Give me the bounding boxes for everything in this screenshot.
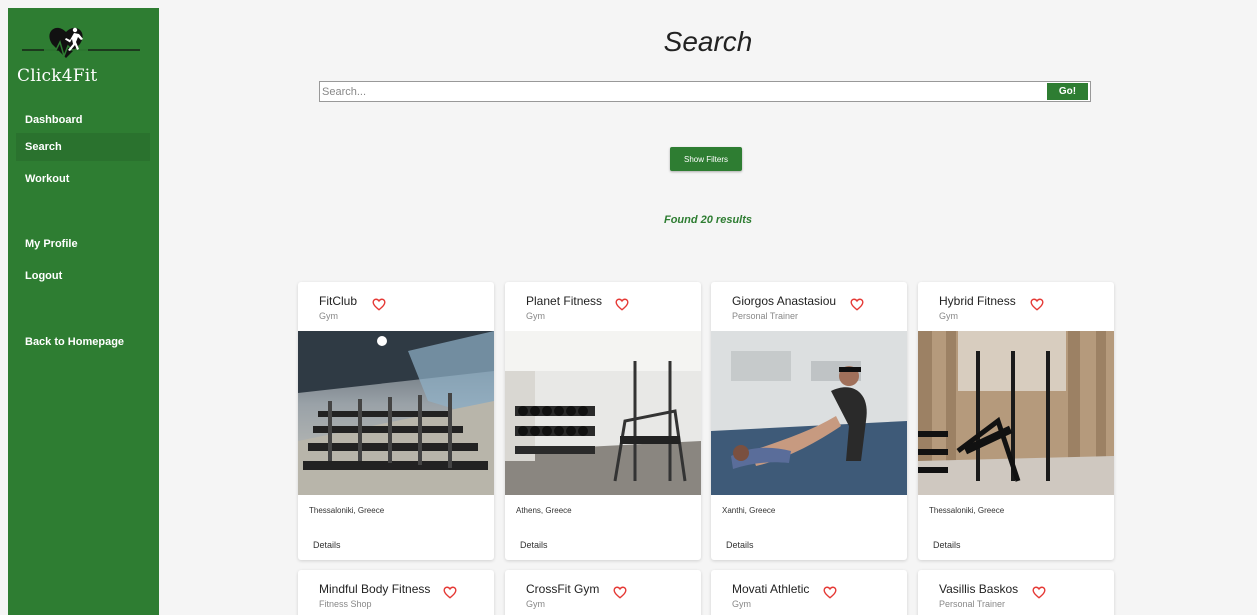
- heart-logo-icon: [22, 27, 140, 59]
- favorite-heart-icon[interactable]: [372, 298, 386, 311]
- page-title: Search: [663, 26, 753, 57]
- favorite-heart-icon[interactable]: [615, 298, 629, 311]
- card-title: Planet Fitness: [526, 294, 603, 308]
- results-count: Found 20 results: [663, 214, 753, 226]
- weights-room-image: [505, 331, 701, 495]
- search-bar: Go!: [319, 81, 1091, 102]
- result-card-vasillis-baskos[interactable]: Vasillis Baskos Personal Trainer: [918, 570, 1114, 615]
- result-card-movati-athletic[interactable]: Movati Athletic Gym: [711, 570, 907, 615]
- result-card-crossfit-gym[interactable]: CrossFit Gym Gym: [505, 570, 701, 615]
- card-category: Gym: [319, 311, 338, 321]
- card-details-link[interactable]: Details: [726, 540, 754, 550]
- sidebar-item-workout[interactable]: Workout: [16, 165, 150, 193]
- sidebar-item-my-profile[interactable]: My Profile: [16, 230, 150, 258]
- card-title: Hybrid Fitness: [939, 294, 1016, 308]
- favorite-heart-icon[interactable]: [823, 586, 837, 599]
- card-title: Giorgos Anastasiou: [732, 294, 837, 308]
- card-title: CrossFit Gym: [526, 582, 600, 596]
- sidebar-item-search[interactable]: Search: [16, 133, 150, 161]
- logo-text: Click4Fit: [17, 66, 98, 86]
- card-details-link[interactable]: Details: [313, 540, 341, 550]
- card-location: Thessaloniki, Greece: [309, 506, 385, 515]
- go-button[interactable]: Go!: [1047, 83, 1088, 100]
- sidebar-item-logout[interactable]: Logout: [16, 262, 150, 290]
- sidebar-item-back-to-homepage[interactable]: Back to Homepage: [16, 328, 150, 356]
- card-category: Personal Trainer: [732, 311, 799, 321]
- logo[interactable]: Click4Fit: [8, 24, 159, 86]
- result-card-planet-fitness[interactable]: Planet Fitness Gym Athens, Greece Detail…: [505, 282, 701, 560]
- sidebar-item-dashboard[interactable]: Dashboard: [16, 106, 150, 134]
- favorite-heart-icon[interactable]: [443, 586, 457, 599]
- card-details-link[interactable]: Details: [933, 540, 961, 550]
- search-input[interactable]: [322, 83, 1042, 100]
- card-category: Gym: [526, 599, 545, 609]
- favorite-heart-icon[interactable]: [613, 586, 627, 599]
- favorite-heart-icon[interactable]: [1032, 586, 1046, 599]
- card-title: Movati Athletic: [732, 582, 810, 596]
- card-title: FitClub: [319, 294, 358, 308]
- card-location: Athens, Greece: [516, 506, 572, 515]
- trainer-stretching-image: [711, 331, 907, 495]
- result-card-hybrid-fitness[interactable]: Hybrid Fitness Gym Thessaloniki, Greece …: [918, 282, 1114, 560]
- wooden-gym-image: [918, 331, 1114, 495]
- favorite-heart-icon[interactable]: [850, 298, 864, 311]
- result-card-fitclub[interactable]: FitClub Gym Thessaloniki, Greece Details: [298, 282, 494, 560]
- favorite-heart-icon[interactable]: [1030, 298, 1044, 311]
- card-category: Gym: [732, 599, 751, 609]
- card-details-link[interactable]: Details: [520, 540, 548, 550]
- card-title: Vasillis Baskos: [939, 582, 1019, 596]
- card-category: Gym: [939, 311, 958, 321]
- card-category: Personal Trainer: [939, 599, 1006, 609]
- gym-hall-image: [298, 331, 494, 495]
- show-filters-button[interactable]: Show Filters: [670, 147, 742, 171]
- card-location: Xanthi, Greece: [722, 506, 776, 515]
- card-category: Gym: [526, 311, 545, 321]
- card-title: Mindful Body Fitness: [319, 582, 431, 596]
- card-category: Fitness Shop: [319, 599, 372, 609]
- result-card-giorgos-anastasiou[interactable]: Giorgos Anastasiou Personal Trainer Xant…: [711, 282, 907, 560]
- sidebar: Click4Fit Dashboard Search Workout My Pr…: [8, 8, 159, 615]
- result-card-mindful-body-fitness[interactable]: Mindful Body Fitness Fitness Shop: [298, 570, 494, 615]
- card-location: Thessaloniki, Greece: [929, 506, 1005, 515]
